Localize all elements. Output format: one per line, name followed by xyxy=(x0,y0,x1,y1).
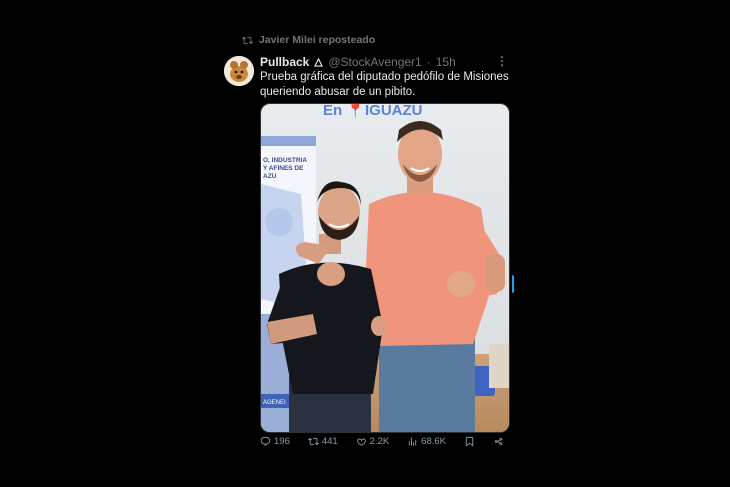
repost-icon xyxy=(242,36,253,44)
avatar[interactable] xyxy=(224,56,254,86)
sign-line-1: O, INDUSTRIA xyxy=(263,157,307,164)
bookmark-button[interactable] xyxy=(464,436,475,447)
more-options-icon[interactable]: ⋮ xyxy=(496,54,508,68)
reply-icon xyxy=(260,436,271,446)
share-button[interactable] xyxy=(493,436,504,447)
action-bar: 196 441 2.2K 68.6K xyxy=(260,436,504,447)
like-button[interactable]: 2.2K xyxy=(356,436,390,447)
repost-action-icon xyxy=(307,437,319,446)
repost-button[interactable]: 441 xyxy=(307,436,338,447)
tweet-text: Prueba gráfica del diputado pedófilo de … xyxy=(260,71,509,98)
tweet-photo[interactable]: En 📍IGUAZU O, INDUSTRIA Y AFINES DE AZU … xyxy=(260,103,510,433)
reply-button[interactable]: 196 xyxy=(260,436,290,447)
sign-line-3: AZU xyxy=(263,173,277,180)
view-count: 68.6K xyxy=(421,436,446,447)
sign-line-2: Y AFINES DE xyxy=(263,165,304,172)
triangle-badge-icon xyxy=(314,57,324,67)
views-button[interactable]: 68.6K xyxy=(407,436,446,447)
bookmark-icon xyxy=(465,436,474,447)
reply-count: 196 xyxy=(274,436,290,447)
author-handle[interactable]: @StockAvenger1 xyxy=(328,55,421,69)
dot-separator: · xyxy=(426,55,431,69)
bar-chart-icon xyxy=(409,437,417,446)
repost-label: Javier Milei reposteado xyxy=(259,34,376,46)
sign-footer: AGENEI xyxy=(263,400,286,406)
author-name[interactable]: Pullback xyxy=(260,55,309,69)
repost-count: 441 xyxy=(321,436,338,447)
tweet-header: Pullback @StockAvenger1 · 15h xyxy=(260,55,456,69)
timestamp[interactable]: 15h xyxy=(436,55,456,69)
like-count: 2.2K xyxy=(369,436,390,447)
banner-text: En 📍IGUAZU xyxy=(323,104,423,119)
scrollbar-thumb[interactable] xyxy=(512,275,514,293)
heart-icon xyxy=(356,438,366,446)
share-icon xyxy=(494,437,503,446)
repost-context: Javier Milei reposteado xyxy=(242,34,375,46)
